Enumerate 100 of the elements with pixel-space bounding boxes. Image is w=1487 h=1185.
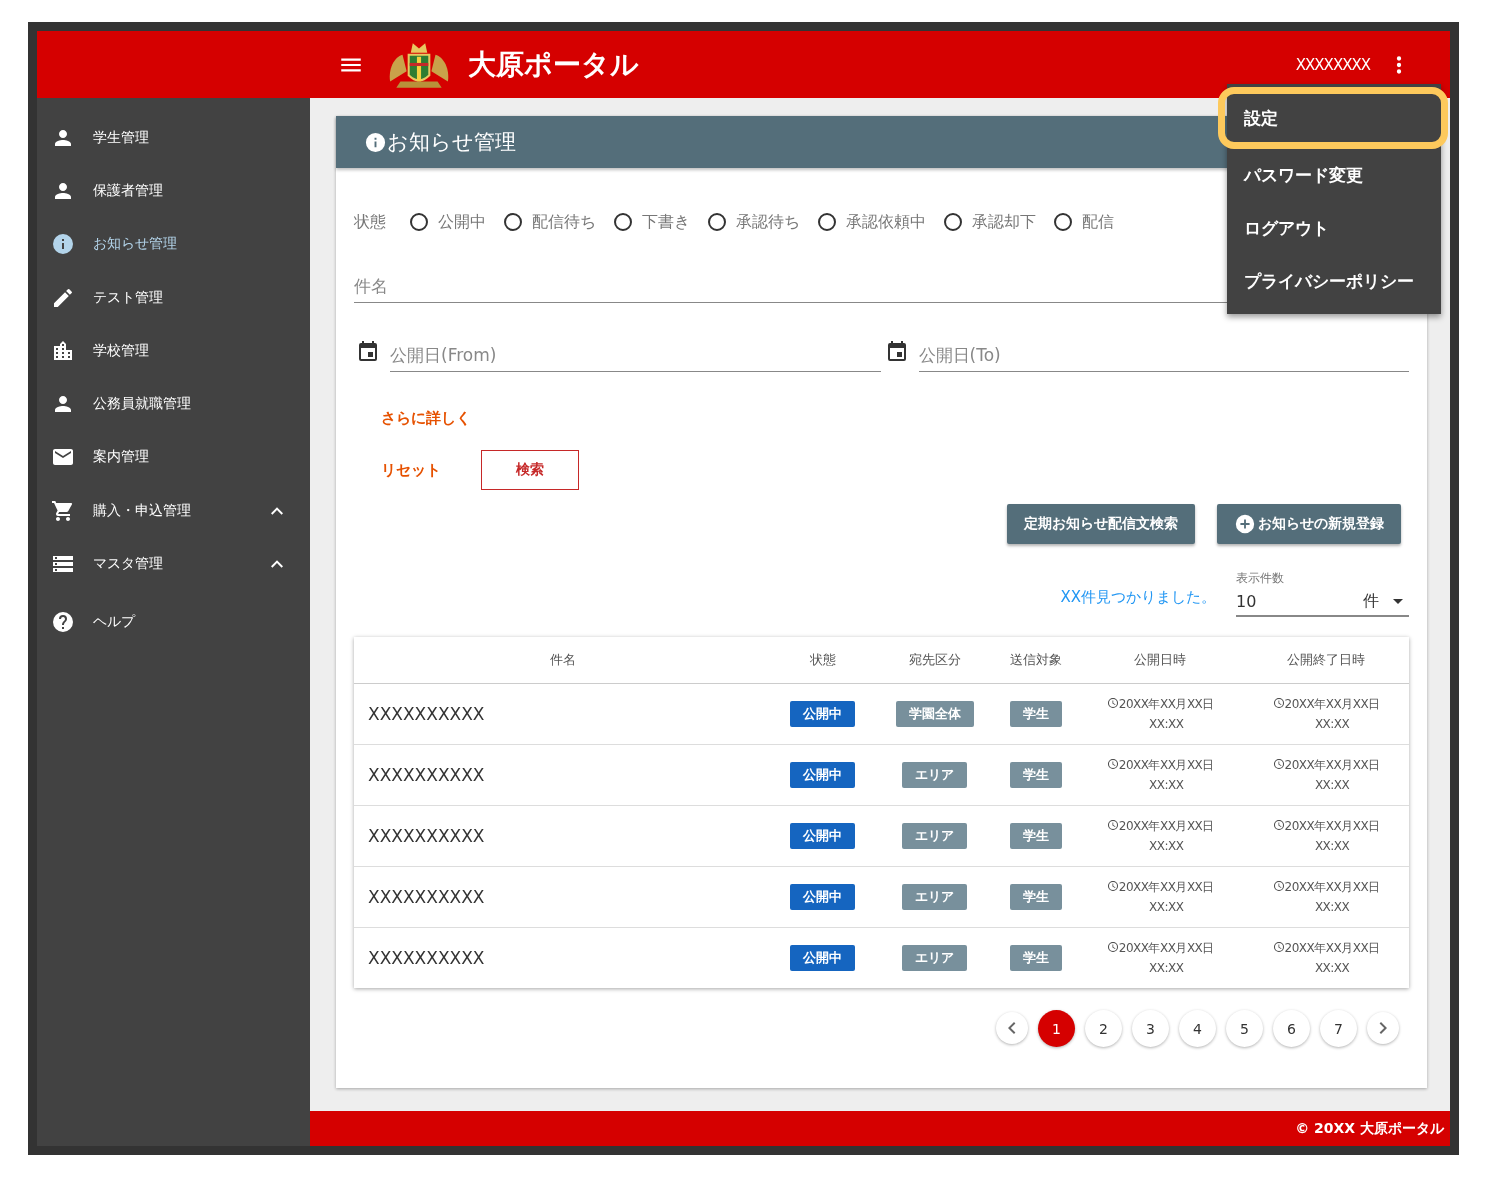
target-tag: 学生 — [1010, 945, 1063, 971]
column-header: 状態 — [772, 637, 874, 684]
status-tag: 公開中 — [790, 945, 856, 971]
app-title: 大原ポータル — [468, 46, 639, 83]
subject-text: XXXXXXXXXX — [368, 765, 485, 785]
date-time: 20XX年XX月XX日 XX:XX — [1118, 757, 1214, 794]
column-header: 宛先区分 — [873, 637, 996, 684]
page-button[interactable]: 2 — [1085, 1010, 1122, 1047]
target-tag: 学生 — [1010, 823, 1063, 849]
page-button[interactable]: 7 — [1320, 1010, 1357, 1047]
reset-button[interactable]: リセット — [381, 460, 441, 480]
radio-label[interactable]: 配信 — [1082, 211, 1114, 233]
page-button[interactable]: 6 — [1273, 1010, 1310, 1047]
page-size-value: 10 — [1236, 591, 1258, 611]
date-time: 20XX年XX月XX日 XX:XX — [1284, 879, 1380, 916]
sidebar-item[interactable]: 学校管理 — [37, 324, 310, 378]
page-button[interactable]: 3 — [1132, 1010, 1169, 1047]
more-link[interactable]: さらに詳しく — [381, 409, 471, 428]
subject-text: XXXXXXXXXX — [368, 704, 485, 724]
radio-circle[interactable] — [944, 213, 962, 231]
radio-circle[interactable] — [1054, 213, 1072, 231]
sidebar-item[interactable]: お知らせ管理 — [37, 217, 310, 271]
search-button[interactable]: 検索 — [481, 450, 579, 490]
date-time: 20XX年XX月XX日 XX:XX — [1118, 818, 1214, 855]
sidebar-item[interactable]: テスト管理 — [37, 270, 310, 325]
help-icon — [51, 609, 75, 634]
date-time: 20XX年XX月XX日 XX:XX — [1284, 940, 1380, 977]
page-button[interactable]: 5 — [1226, 1010, 1263, 1047]
sidebar-item[interactable]: マスタ管理 — [37, 537, 310, 591]
radio-label[interactable]: 承認依頼中 — [846, 211, 926, 233]
radio-label[interactable]: 公開中 — [438, 211, 486, 233]
building-icon — [51, 338, 75, 363]
status-tag: 公開中 — [790, 884, 856, 910]
column-header: 公開日時 — [1077, 637, 1244, 684]
column-header: 件名 — [354, 637, 772, 684]
info-icon — [364, 130, 387, 154]
status-tag: 公開中 — [790, 762, 856, 788]
page-button[interactable]: 4 — [1179, 1010, 1216, 1047]
subject-text: XXXXXXXXXX — [368, 948, 485, 968]
sidebar-item[interactable]: 保護者管理 — [37, 164, 310, 218]
clock-icon — [1106, 758, 1119, 770]
status-tag: 公開中 — [790, 701, 856, 727]
clock-icon — [1272, 697, 1285, 709]
radio-circle[interactable] — [504, 213, 522, 231]
target-tag: 学生 — [1010, 884, 1063, 910]
page-size-unit: 件 — [1363, 590, 1379, 612]
radio-label[interactable]: 配信待ち — [532, 211, 596, 233]
radio-label[interactable]: 下書き — [642, 211, 690, 233]
destination-tag: エリア — [902, 945, 968, 971]
date-time: 20XX年XX月XX日 XX:XX — [1284, 696, 1380, 733]
status-label: 状態 — [354, 211, 386, 233]
page-title: お知らせ管理 — [387, 129, 516, 156]
destination-tag: 学園全体 — [895, 701, 974, 727]
subject-text: XXXXXXXXXX — [368, 887, 485, 907]
radio-label[interactable]: 承認却下 — [972, 211, 1036, 233]
menu-item[interactable]: ログアウト — [1227, 202, 1441, 255]
clock-icon — [1106, 697, 1119, 709]
page-button[interactable]: 1 — [1038, 1010, 1075, 1047]
page-size-label: 表示件数 — [1236, 570, 1285, 587]
column-header: 送信対象 — [995, 637, 1078, 684]
radio-label[interactable]: 承認待ち — [736, 211, 800, 233]
search-button[interactable]: 定期お知らせ配信文検索 — [1007, 504, 1195, 544]
sidebar-item[interactable]: ヘルプ — [37, 590, 310, 653]
add-button[interactable]: お知らせの新規登録 — [1217, 504, 1401, 544]
subject-text: XXXXXXXXXX — [368, 826, 485, 846]
column-header: 公開終了日時 — [1243, 637, 1409, 684]
calendar-icon — [356, 340, 380, 364]
clock-icon — [1272, 880, 1285, 892]
target-tag: 学生 — [1010, 762, 1063, 788]
date-time: 20XX年XX月XX日 XX:XX — [1118, 696, 1214, 733]
dropdown-caret-icon — [1393, 598, 1403, 604]
clock-icon — [1272, 941, 1285, 953]
radio-circle[interactable] — [708, 213, 726, 231]
date-time: 20XX年XX月XX日 XX:XX — [1284, 818, 1380, 855]
radio-circle[interactable] — [614, 213, 632, 231]
menu-item[interactable]: パスワード変更 — [1227, 149, 1441, 202]
date-time: 20XX年XX月XX日 XX:XX — [1284, 757, 1380, 794]
date-time: 20XX年XX月XX日 XX:XX — [1118, 879, 1214, 916]
sidebar-item[interactable]: 案内管理 — [37, 430, 310, 485]
cart-icon — [51, 498, 75, 523]
date-time: 20XX年XX月XX日 XX:XX — [1118, 940, 1214, 977]
user-name: XXXXXXXX — [1295, 55, 1370, 74]
info-icon — [51, 232, 75, 257]
page-size-select[interactable]: 表示件数 10 件 — [1236, 570, 1409, 617]
clock-icon — [1272, 758, 1285, 770]
sidebar-item[interactable]: 学生管理 — [37, 111, 310, 165]
clock-icon — [1106, 941, 1119, 953]
sidebar-item[interactable]: 公務員就職管理 — [37, 377, 310, 431]
radio-circle[interactable] — [818, 213, 836, 231]
clock-icon — [1106, 880, 1119, 892]
sidebar-item[interactable]: 購入・申込管理 — [37, 484, 310, 538]
result-count: XX件見つかりました。 — [1060, 588, 1216, 607]
destination-tag: エリア — [902, 884, 968, 910]
clock-icon — [1272, 819, 1285, 831]
radio-circle[interactable] — [410, 213, 428, 231]
add-icon — [1234, 513, 1256, 535]
menu-item[interactable]: 設定 — [1218, 87, 1448, 149]
copyright-text: © 20XX 大原ポータル — [1295, 1119, 1444, 1138]
status-tag: 公開中 — [790, 823, 856, 849]
destination-tag: エリア — [902, 762, 968, 788]
